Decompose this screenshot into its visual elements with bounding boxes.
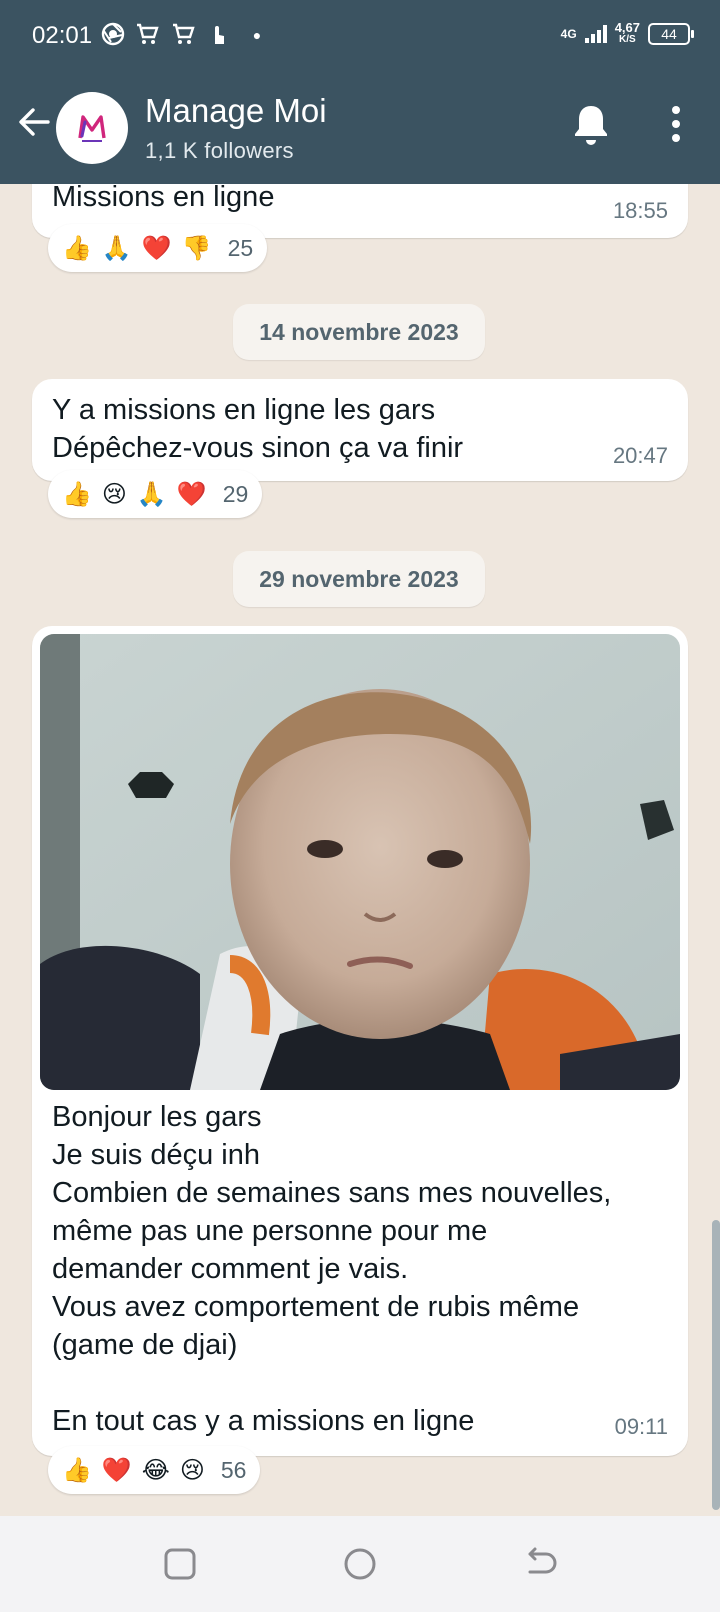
heart-icon: ❤️ bbox=[101, 1456, 132, 1484]
channel-header: Manage Moi 1,1 K followers bbox=[0, 72, 720, 184]
date-separator: 29 novembre 2023 bbox=[233, 551, 485, 607]
arrow-left-icon[interactable] bbox=[14, 102, 54, 142]
thumbs-up-icon: 👍 bbox=[62, 480, 92, 508]
thumbs-up-icon: 👍 bbox=[62, 1456, 92, 1484]
more-vertical-icon[interactable] bbox=[664, 102, 688, 146]
laughing-face-icon: 😂 bbox=[141, 1456, 170, 1484]
chat-area[interactable]: Missions en ligne 18:55 👍 🙏 ❤️ 👎 25 14 n… bbox=[0, 184, 720, 1516]
bell-icon[interactable] bbox=[570, 102, 612, 148]
baby-photo bbox=[40, 634, 680, 1090]
square-icon[interactable] bbox=[160, 1544, 200, 1584]
message-time: 09:11 bbox=[614, 1414, 668, 1439]
network-type: 4G bbox=[560, 27, 577, 41]
pray-icon: 🙏 bbox=[101, 234, 132, 262]
battery-icon: 44 bbox=[648, 23, 694, 45]
scrollbar[interactable] bbox=[712, 1220, 720, 1510]
reaction-count: 29 bbox=[222, 480, 249, 507]
followers-count: 1,1 K followers bbox=[145, 138, 294, 163]
crying-face-icon: 😢 bbox=[101, 480, 127, 508]
message-photo[interactable] bbox=[40, 634, 680, 1090]
channel-title[interactable]: Manage Moi bbox=[145, 92, 327, 130]
channel-avatar[interactable] bbox=[56, 92, 128, 164]
reaction-count: 25 bbox=[227, 234, 254, 261]
channel-logo-icon bbox=[78, 115, 106, 142]
status-time: 02:01 bbox=[32, 22, 93, 49]
message-time: 18:55 bbox=[612, 198, 668, 223]
message-time: 20:47 bbox=[612, 443, 668, 468]
thumbs-down-icon: 👎 bbox=[181, 234, 212, 262]
shopping-cart-icon bbox=[134, 22, 160, 48]
message-bubble[interactable]: Bonjour les gars Je suis déçu inh Combie… bbox=[32, 626, 688, 1456]
message-text: Missions en ligne bbox=[52, 184, 275, 213]
heart-icon: ❤️ bbox=[176, 480, 207, 508]
system-nav-bar bbox=[0, 1516, 720, 1612]
status-right: 4G 4,67 K/S 44 bbox=[560, 20, 694, 46]
message-text: Bonjour les gars Je suis déçu inh Combie… bbox=[52, 1101, 612, 1437]
dot-icon: ● bbox=[252, 27, 262, 43]
reactions-bar[interactable]: 👍 😢 🙏 ❤️ 29 bbox=[48, 470, 263, 518]
circle-icon[interactable] bbox=[340, 1544, 380, 1584]
chrome-icon bbox=[100, 22, 126, 48]
thumbs-up-icon: 👍 bbox=[62, 234, 92, 262]
speed-value: 4,67 bbox=[614, 20, 640, 35]
signal-icon bbox=[584, 25, 607, 43]
touch-hand-icon bbox=[205, 22, 231, 48]
heart-icon: ❤️ bbox=[141, 234, 172, 262]
reactions-bar[interactable]: 👍 🙏 ❤️ 👎 25 bbox=[48, 224, 268, 272]
shopping-cart-icon bbox=[170, 22, 196, 48]
reactions-bar[interactable]: 👍 ❤️ 😂 😢 56 bbox=[48, 1446, 261, 1494]
reaction-count: 56 bbox=[220, 1456, 247, 1483]
pray-icon: 🙏 bbox=[136, 480, 167, 508]
speed-unit: K/S bbox=[619, 34, 636, 45]
status-bar: 02:01 ● 4G 4,67 K/S 44 bbox=[0, 0, 720, 72]
message-bubble[interactable]: Y a missions en ligne les gars Dépêchez-… bbox=[32, 379, 688, 481]
date-separator: 14 novembre 2023 bbox=[233, 304, 485, 360]
message-text: Y a missions en ligne les gars Dépêchez-… bbox=[52, 394, 464, 464]
back-arrow-icon[interactable] bbox=[520, 1544, 560, 1584]
top-bar: 02:01 ● 4G 4,67 K/S 44 Manage Moi 1,1 K … bbox=[0, 0, 720, 184]
crying-face-icon: 😢 bbox=[179, 1456, 205, 1484]
data-speed: 4,67 K/S bbox=[614, 20, 640, 46]
